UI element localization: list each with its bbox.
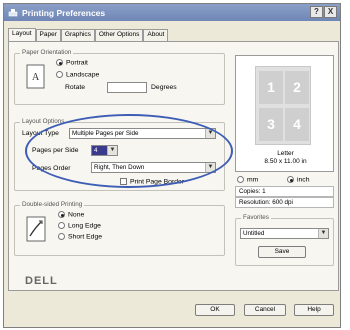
- save-button[interactable]: Save: [258, 246, 306, 258]
- portrait-radio[interactable]: [56, 59, 63, 66]
- chevron-down-icon: ▼: [318, 229, 328, 238]
- pages-per-side-label: Pages per Side: [32, 147, 79, 154]
- chevron-down-icon: ▼: [107, 146, 117, 155]
- unit-mm-radio[interactable]: [237, 176, 244, 183]
- pages-per-side-select[interactable]: 4 ▼: [91, 145, 118, 156]
- paper-info: Letter 8.50 x 11.00 in: [236, 150, 335, 166]
- landscape-radio[interactable]: [56, 71, 63, 78]
- rotate-input[interactable]: [107, 82, 147, 93]
- paper-name: Letter: [277, 150, 294, 157]
- portrait-option[interactable]: Portrait: [56, 59, 88, 66]
- portrait-label: Portrait: [66, 59, 88, 67]
- preview-page-3: 3: [259, 108, 283, 141]
- window-title: Printing Preferences: [22, 7, 106, 18]
- chevron-down-icon: ▼: [205, 163, 215, 172]
- degrees-label: Degrees: [151, 84, 177, 91]
- unit-mm-label: mm: [247, 176, 259, 184]
- rotate-label: Rotate: [65, 84, 86, 91]
- double-sided-group: Double-sided Printing None Long Edge Sho…: [14, 201, 225, 256]
- close-button[interactable]: X: [324, 6, 337, 18]
- duplex-long-label: Long Edge: [68, 222, 101, 230]
- print-page-border-checkbox[interactable]: [120, 178, 127, 185]
- tab-strip: Layout Paper Graphics Other Options Abou…: [8, 28, 169, 41]
- cancel-button[interactable]: Cancel: [244, 304, 286, 316]
- favorites-select[interactable]: Untitled ▼: [240, 228, 329, 239]
- tab-layout[interactable]: Layout: [8, 28, 36, 41]
- landscape-label: Landscape: [66, 71, 100, 79]
- duplex-page-icon: [26, 216, 46, 242]
- dell-logo: DELL: [25, 275, 58, 287]
- unit-inch-option[interactable]: inch: [287, 176, 309, 183]
- tab-paper[interactable]: Paper: [35, 29, 61, 41]
- preview-page-4: 4: [285, 108, 309, 141]
- duplex-long-radio[interactable]: [58, 222, 65, 229]
- double-sided-title: Double-sided Printing: [20, 201, 85, 208]
- help-button[interactable]: Help: [294, 304, 334, 316]
- landscape-option[interactable]: Landscape: [56, 71, 99, 78]
- preview-page-2: 2: [285, 71, 309, 104]
- portrait-page-icon: A: [26, 64, 45, 89]
- tab-about[interactable]: About: [143, 29, 169, 41]
- duplex-short-label: Short Edge: [68, 233, 103, 241]
- layout-options-group: Layout Options Layout Type Multiple Page…: [14, 118, 225, 191]
- print-page-border-label: Print Page Border: [130, 178, 185, 186]
- duplex-short-option[interactable]: Short Edge: [58, 233, 102, 240]
- layout-type-label: Layout Type: [22, 130, 59, 137]
- favorites-value: Untitled: [243, 230, 265, 237]
- print-page-border-option[interactable]: Print Page Border: [120, 178, 184, 185]
- duplex-none-option[interactable]: None: [58, 211, 84, 218]
- unit-inch-label: inch: [297, 176, 310, 184]
- layout-preview: 1 2 3 4 Letter 8.50 x 11.00 in: [235, 55, 334, 172]
- pages-per-side-value: 4: [94, 147, 98, 154]
- title-bar[interactable]: Printing Preferences ? X: [4, 4, 340, 21]
- svg-text:A: A: [32, 72, 40, 83]
- copies-info: Copies: 1: [235, 186, 334, 197]
- ok-button[interactable]: OK: [195, 304, 235, 316]
- pages-order-select[interactable]: Right, Then Down ▼: [91, 162, 216, 173]
- preview-sheet: 1 2 3 4: [255, 66, 311, 145]
- duplex-none-radio[interactable]: [58, 211, 65, 218]
- duplex-none-label: None: [68, 211, 85, 219]
- paper-size: 8.50 x 11.00 in: [264, 158, 307, 165]
- layout-options-title: Layout Options: [20, 118, 67, 125]
- duplex-short-radio[interactable]: [58, 233, 65, 240]
- unit-mm-option[interactable]: mm: [237, 176, 258, 183]
- pages-order-value: Right, Then Down: [94, 164, 145, 171]
- printer-icon: [8, 8, 18, 16]
- favorites-title: Favorites: [241, 214, 271, 221]
- layout-panel: Paper Orientation A Portrait Landscape R…: [8, 41, 339, 291]
- duplex-long-option[interactable]: Long Edge: [58, 222, 101, 229]
- tab-graphics[interactable]: Graphics: [60, 29, 95, 41]
- help-title-button[interactable]: ?: [310, 6, 323, 18]
- preview-page-1: 1: [259, 71, 283, 104]
- unit-inch-radio[interactable]: [287, 176, 294, 183]
- resolution-info: Resolution: 600 dpi: [235, 197, 334, 208]
- tab-other-options[interactable]: Other Options: [94, 29, 144, 41]
- layout-type-value: Multiple Pages per Side: [72, 130, 139, 137]
- printing-preferences-window: Printing Preferences ? X Layout Paper Gr…: [3, 3, 341, 328]
- paper-orientation-title: Paper Orientation: [20, 49, 74, 56]
- favorites-group: Favorites Untitled ▼ Save: [235, 214, 334, 266]
- layout-type-select[interactable]: Multiple Pages per Side ▼: [69, 128, 216, 139]
- chevron-down-icon: ▼: [205, 129, 215, 138]
- paper-orientation-group: Paper Orientation A Portrait Landscape R…: [14, 49, 225, 105]
- pages-order-label: Pages Order: [32, 165, 71, 172]
